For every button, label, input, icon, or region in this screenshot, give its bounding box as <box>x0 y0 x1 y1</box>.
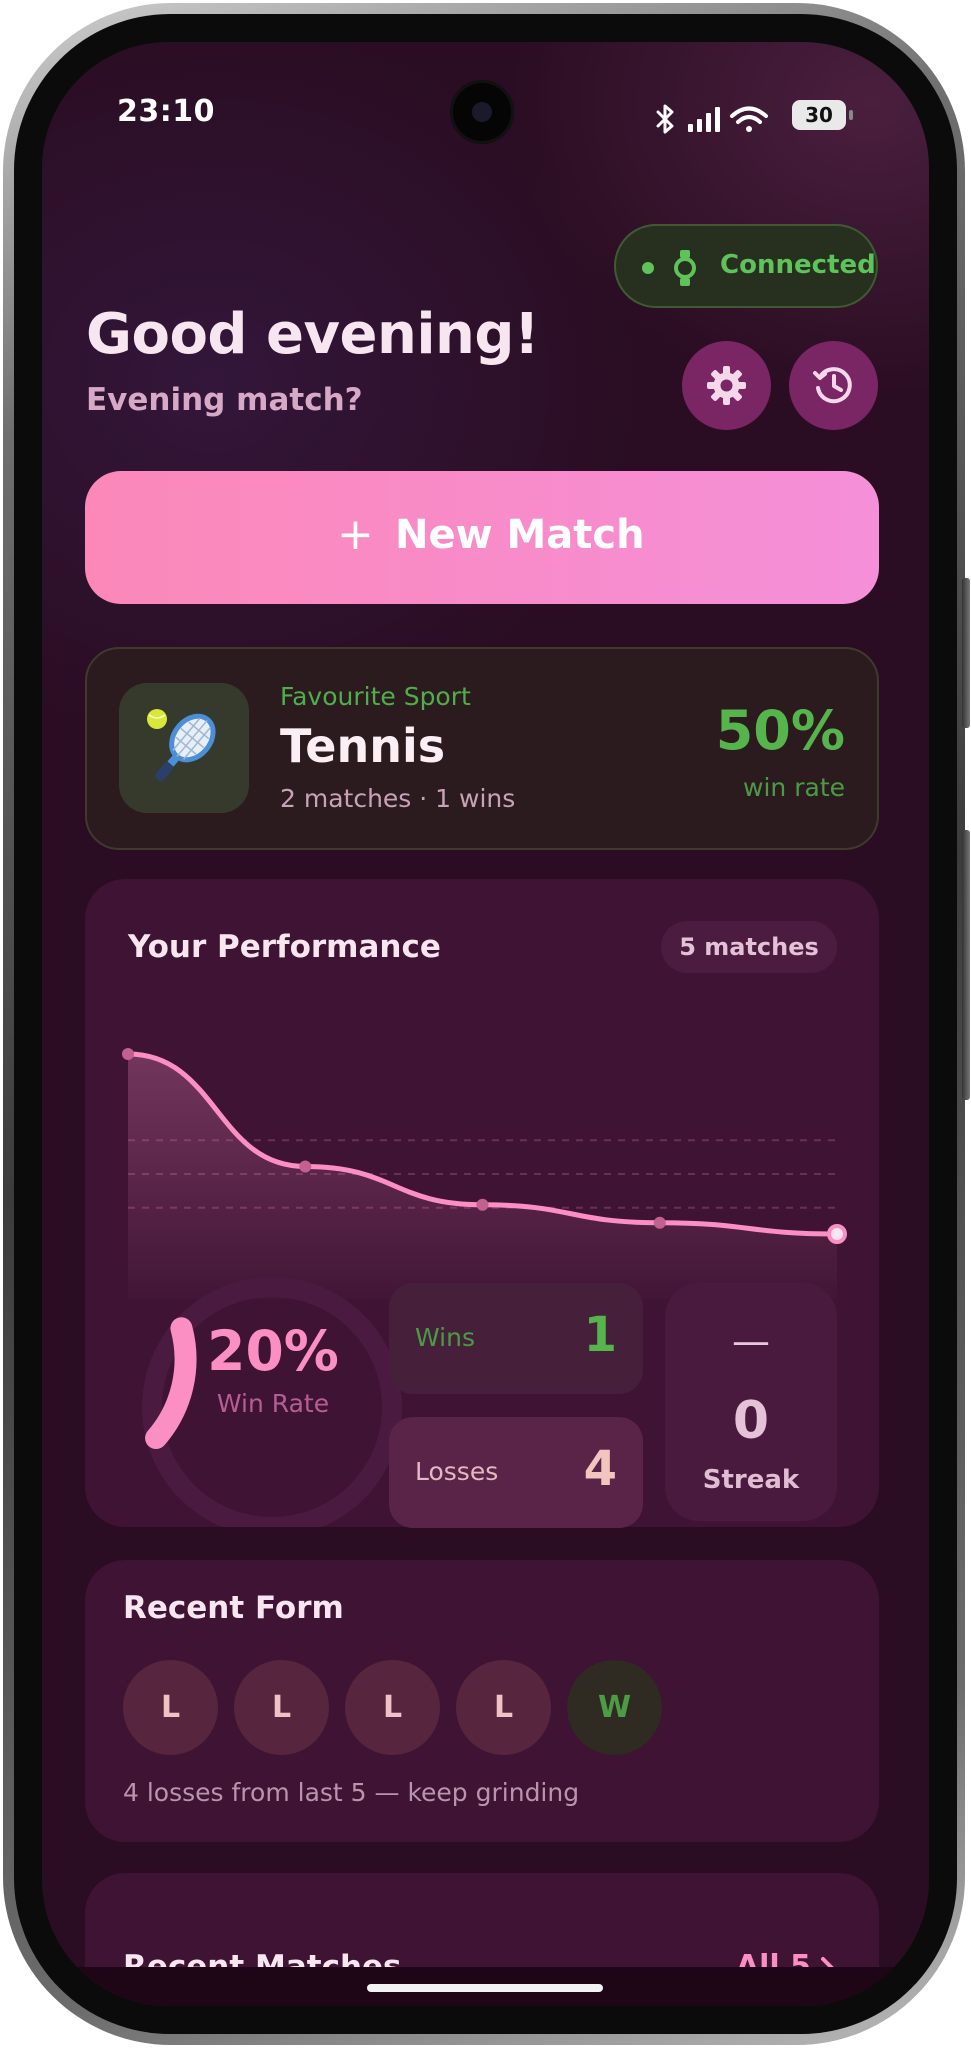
bluetooth-icon <box>656 104 674 134</box>
status-icons <box>656 104 768 134</box>
losses-value: 4 <box>583 1441 617 1497</box>
form-result-loss: L <box>345 1660 440 1755</box>
streak-label: Streak <box>702 1465 800 1495</box>
win-rate-value: 20% <box>207 1319 339 1383</box>
home-indicator[interactable] <box>367 1984 603 1992</box>
favourite-win-rate-label: win rate <box>743 773 845 802</box>
win-rate-label: Win Rate <box>216 1389 330 1418</box>
connection-status-label: Connected <box>720 250 876 280</box>
history-icon <box>813 367 852 404</box>
streak-symbol: — <box>732 1319 770 1363</box>
volume-up-button <box>962 578 970 728</box>
chart-point <box>653 1216 666 1229</box>
form-result-loss: L <box>456 1660 551 1755</box>
wins-stat: Wins 1 <box>389 1283 643 1394</box>
plus-icon: + <box>337 509 374 560</box>
recent-form-title: Recent Form <box>123 1590 344 1626</box>
wins-label: Wins <box>415 1323 475 1352</box>
wifi-icon <box>730 106 768 132</box>
form-result-loss: L <box>123 1660 218 1755</box>
phone-device: 23:10 30 Good evening! Evening match? Co… <box>0 0 971 2048</box>
status-dot-icon <box>642 262 654 274</box>
gear-icon <box>707 366 746 405</box>
greeting-subtitle: Evening match? <box>86 382 363 418</box>
streak-stat: — 0 Streak <box>665 1283 837 1521</box>
losses-stat: Losses 4 <box>389 1417 643 1528</box>
front-camera <box>450 80 514 144</box>
new-match-button[interactable]: + New Match <box>85 471 879 604</box>
app-screen: 23:10 30 Good evening! Evening match? Co… <box>42 42 929 2006</box>
wins-value: 1 <box>583 1307 617 1363</box>
favourite-sport-name: Tennis <box>280 719 446 773</box>
chart-area-fill <box>128 1054 837 1299</box>
favourite-sport-card[interactable]: Favourite Sport Tennis 2 matches · 1 win… <box>85 647 879 850</box>
recent-form-note: 4 losses from last 5 — keep grinding <box>123 1778 580 1807</box>
favourite-sport-stats: 2 matches · 1 wins <box>280 784 516 813</box>
form-result-win: W <box>567 1660 662 1755</box>
power-button <box>962 830 970 1100</box>
history-button[interactable] <box>789 341 878 430</box>
chart-point <box>827 1224 847 1244</box>
chart-point <box>299 1160 312 1173</box>
sport-icon-tile <box>119 683 249 813</box>
chart-point <box>476 1198 489 1211</box>
chart-point <box>122 1048 134 1060</box>
favourite-sport-label: Favourite Sport <box>280 682 471 711</box>
form-result-loss: L <box>234 1660 329 1755</box>
signal-icon <box>688 107 720 132</box>
connection-status-badge[interactable]: Connected <box>614 224 878 308</box>
new-match-label: New Match <box>395 512 645 558</box>
greeting-title: Good evening! <box>86 302 540 367</box>
streak-value: 0 <box>732 1391 770 1451</box>
losses-label: Losses <box>415 1457 499 1486</box>
battery-icon: 30 <box>792 100 853 130</box>
settings-button[interactable] <box>682 341 771 430</box>
performance-card: Your Performance 5 matches 20% Win Rate <box>85 879 879 1528</box>
status-bar: 23:10 30 <box>42 42 929 192</box>
status-time: 23:10 <box>117 94 215 129</box>
smartwatch-icon <box>674 250 696 286</box>
tennis-racket-icon <box>147 709 216 782</box>
favourite-win-rate: 50% <box>715 699 845 762</box>
recent-form-card: Recent Form LLLLW 4 losses from last 5 —… <box>85 1560 879 1842</box>
